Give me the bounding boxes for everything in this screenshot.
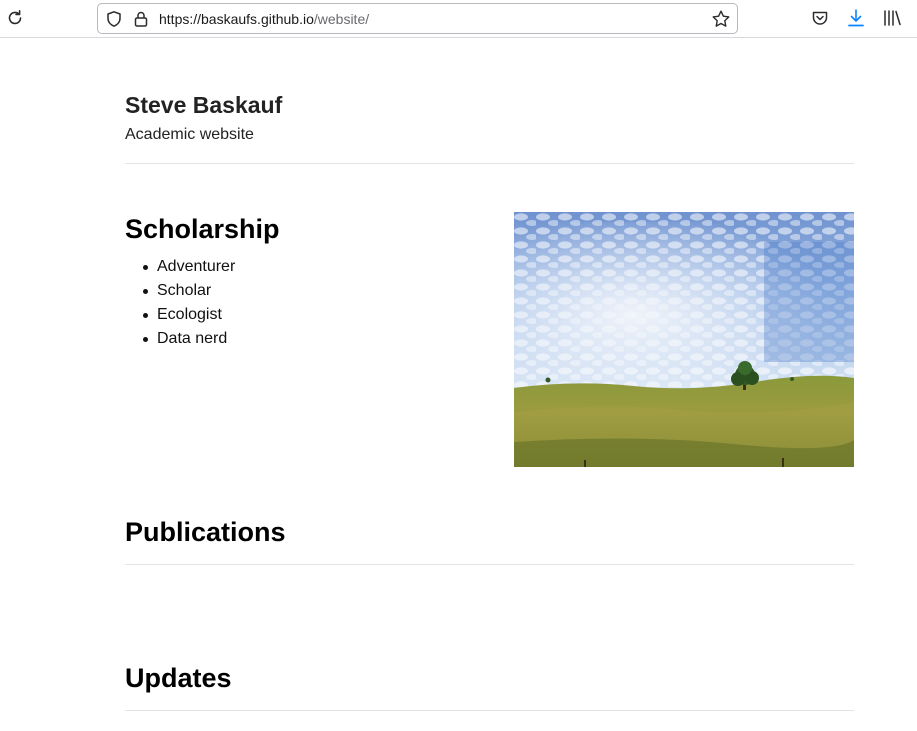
landscape-photo — [514, 212, 854, 467]
url-host: https://baskaufs.github.io — [159, 11, 314, 27]
site-title[interactable]: Steve Baskauf — [125, 91, 282, 119]
site-subtitle: Academic website — [125, 126, 254, 143]
star-icon[interactable] — [711, 9, 731, 29]
url-path: /website/ — [313, 11, 370, 27]
download-icon[interactable] — [846, 7, 866, 29]
list-item: Adventurer — [143, 255, 235, 279]
list-item: Ecologist — [143, 303, 235, 327]
library-icon[interactable] — [882, 7, 902, 29]
tracking-shield-icon[interactable] — [105, 10, 123, 28]
url-text[interactable]: https://baskaufs.github.io/website/ — [159, 11, 369, 28]
scholarship-list: Adventurer Scholar Ecologist Data nerd — [143, 255, 235, 351]
pocket-icon[interactable] — [810, 7, 830, 29]
updates-divider — [125, 710, 854, 711]
browser-toolbar: https://baskaufs.github.io/website/ — [0, 0, 917, 38]
address-bar[interactable]: https://baskaufs.github.io/website/ — [97, 3, 738, 34]
updates-heading: Updates — [125, 663, 232, 693]
publications-heading: Publications — [125, 517, 286, 547]
publications-divider — [125, 564, 854, 565]
list-item: Scholar — [143, 279, 235, 303]
list-item: Data nerd — [143, 327, 235, 351]
reload-icon[interactable] — [4, 7, 26, 29]
header-divider — [125, 163, 854, 164]
lock-icon[interactable] — [133, 10, 149, 28]
scholarship-heading: Scholarship — [125, 214, 280, 244]
